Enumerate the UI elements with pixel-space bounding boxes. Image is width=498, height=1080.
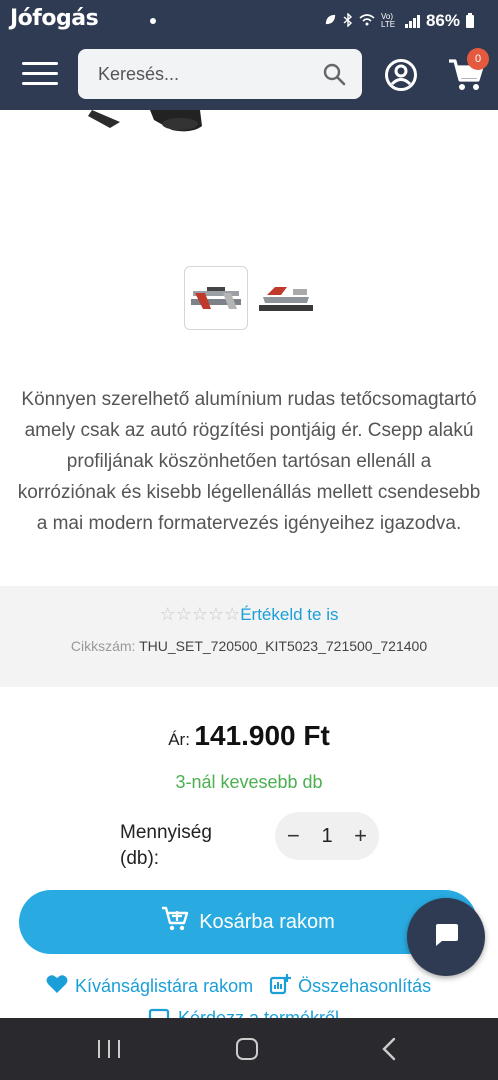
product-main-image[interactable] [80, 110, 210, 140]
compare-icon [269, 973, 292, 1000]
product-page: Jófogás Vo) LTE 86% Keresés... 0 Könnyen… [0, 0, 498, 1080]
compare-label: Összehasonlítás [298, 976, 432, 996]
plus-icon[interactable]: + [354, 823, 367, 849]
wishlist-label: Kívánságlistára rakom [75, 976, 254, 996]
system-navigation-bar [0, 1018, 498, 1080]
status-time: Jófogás [10, 6, 99, 31]
minus-icon[interactable]: − [287, 823, 300, 849]
quantity-value[interactable]: 1 [321, 825, 332, 848]
battery-icon [466, 12, 474, 28]
rating-section: ☆☆☆☆☆Értékeld te is Cikkszám: THU_SET_72… [0, 586, 498, 687]
back-icon[interactable] [380, 1036, 400, 1062]
sku-label: Cikkszám: [70, 638, 136, 654]
menu-button[interactable] [22, 62, 58, 88]
price-label: Ár: [168, 730, 190, 749]
heart-icon [46, 974, 68, 999]
wifi-icon [359, 13, 375, 29]
sku-value: THU_SET_720500_KIT5023_721500_721400 [139, 638, 428, 654]
volte-icon: Vo) LTE [380, 12, 396, 29]
search-bar[interactable]: Keresés... [78, 49, 362, 99]
search-icon[interactable] [322, 62, 346, 86]
bluetooth-icon [343, 11, 353, 30]
image-thumbnails [184, 266, 318, 330]
stock-status: 3-nál kevesebb db [175, 772, 323, 792]
notification-dot-icon [150, 18, 156, 24]
cart-add-icon [161, 906, 189, 938]
compare-button[interactable]: Összehasonlítás [269, 973, 431, 1000]
quantity-label: Mennyiség (db): [120, 822, 212, 869]
account-icon[interactable] [384, 58, 418, 92]
secondary-actions: Kívánságlistára rakom Összehasonlítás [46, 973, 431, 1000]
product-description: Könnyen szerelhető alumínium rudas tetőc… [17, 389, 481, 534]
price-row: Ár: 141.900 Ft [0, 720, 498, 752]
thumbnail-image[interactable] [254, 266, 318, 330]
price-value: 141.900 Ft [194, 720, 330, 751]
rating-stars[interactable]: ☆☆☆☆☆ [160, 604, 241, 624]
home-icon[interactable] [236, 1038, 258, 1060]
wishlist-button[interactable]: Kívánságlistára rakom [46, 973, 253, 1000]
battery-percent: 86% [425, 11, 460, 30]
rate-product-link[interactable]: Értékeld te is [240, 605, 338, 624]
cart-count-badge: 0 [467, 48, 489, 70]
signal-icon [404, 14, 420, 28]
thumbnail-image[interactable] [184, 266, 248, 330]
chat-button[interactable] [407, 898, 485, 976]
search-input[interactable]: Keresés... [98, 64, 179, 85]
status-indicators: Vo) LTE 86% [324, 11, 474, 31]
rating-row: ☆☆☆☆☆Értékeld te is [0, 604, 498, 625]
chat-icon [432, 921, 460, 954]
app-header: Keresés... [0, 40, 498, 110]
sku-row: Cikkszám: THU_SET_720500_KIT5023_721500_… [0, 638, 498, 654]
leaf-icon [324, 13, 337, 29]
add-to-cart-label: Kosárba rakom [199, 910, 335, 933]
recent-apps-icon[interactable] [98, 1040, 120, 1058]
quantity-stepper: − 1 + [275, 812, 379, 860]
status-bar: Jófogás Vo) LTE 86% [0, 0, 498, 40]
